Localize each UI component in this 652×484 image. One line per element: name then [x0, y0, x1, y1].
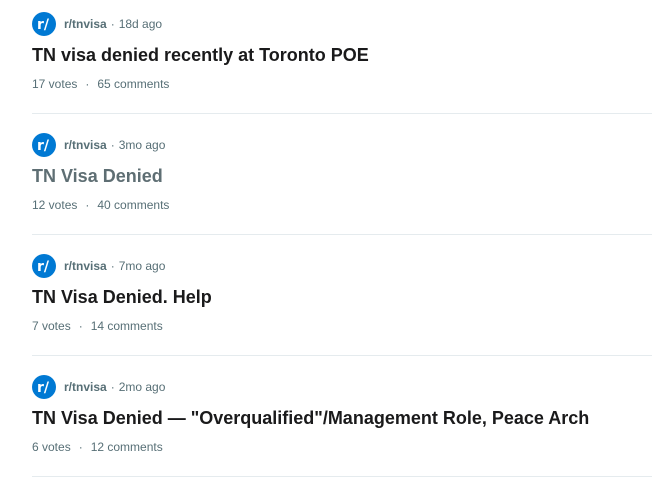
post-title[interactable]: TN Visa Denied — "Overqualified"/Managem…	[32, 408, 589, 429]
post-stats: 12 votes · 40 comments	[32, 198, 169, 212]
post-title[interactable]: TN Visa Denied	[32, 166, 163, 187]
comment-count[interactable]: 65 comments	[97, 77, 169, 91]
reddit-slash-icon: r/	[37, 259, 50, 275]
vote-count: 17 votes	[32, 77, 78, 91]
meta-separator: ·	[110, 259, 115, 273]
subreddit-link[interactable]: r/tnvisa	[64, 380, 107, 394]
post-title[interactable]: TN visa denied recently at Toronto POE	[32, 45, 369, 66]
svg-text:r/: r/	[37, 138, 50, 154]
post-meta: r/ r/tnvisa · 3mo ago	[32, 133, 165, 157]
reddit-slash-icon: r/	[37, 138, 50, 154]
divider	[32, 355, 652, 356]
meta-separator: ·	[110, 380, 115, 394]
comment-count[interactable]: 12 comments	[91, 440, 163, 454]
post-stats: 17 votes · 65 comments	[32, 77, 169, 91]
post-stats: 7 votes · 14 comments	[32, 319, 163, 333]
search-result-post[interactable]: r/ r/tnvisa · 2mo ago TN Visa Denied — "…	[0, 363, 652, 484]
vote-count: 7 votes	[32, 319, 71, 333]
post-stats: 6 votes · 12 comments	[32, 440, 163, 454]
post-time: 2mo ago	[118, 380, 166, 394]
meta-separator: ·	[110, 17, 115, 31]
subreddit-link[interactable]: r/tnvisa	[64, 17, 107, 31]
meta-separator: ·	[110, 138, 115, 152]
subreddit-avatar-icon[interactable]: r/	[32, 12, 56, 36]
stats-separator: ·	[78, 440, 83, 454]
post-time: 18d ago	[118, 17, 163, 31]
post-meta: r/ r/tnvisa · 7mo ago	[32, 254, 165, 278]
svg-text:r/: r/	[37, 380, 50, 396]
search-result-post[interactable]: r/ r/tnvisa · 3mo ago TN Visa Denied 12 …	[0, 121, 652, 242]
post-time: 3mo ago	[118, 138, 166, 152]
post-meta: r/ r/tnvisa · 2mo ago	[32, 375, 165, 399]
comment-count[interactable]: 14 comments	[91, 319, 163, 333]
post-meta: r/ r/tnvisa · 18d ago	[32, 12, 162, 36]
search-result-post[interactable]: r/ r/tnvisa · 7mo ago TN Visa Denied. He…	[0, 242, 652, 363]
divider	[32, 234, 652, 235]
post-title[interactable]: TN Visa Denied. Help	[32, 287, 212, 308]
stats-separator: ·	[85, 77, 90, 91]
svg-text:r/: r/	[37, 17, 50, 33]
vote-count: 6 votes	[32, 440, 71, 454]
subreddit-link[interactable]: r/tnvisa	[64, 138, 107, 152]
svg-text:r/: r/	[37, 259, 50, 275]
reddit-slash-icon: r/	[37, 380, 50, 396]
stats-separator: ·	[85, 198, 90, 212]
divider	[32, 476, 652, 477]
reddit-slash-icon: r/	[37, 17, 50, 33]
subreddit-avatar-icon[interactable]: r/	[32, 375, 56, 399]
search-result-post[interactable]: r/ r/tnvisa · 18d ago TN visa denied rec…	[0, 0, 652, 121]
subreddit-link[interactable]: r/tnvisa	[64, 259, 107, 273]
vote-count: 12 votes	[32, 198, 78, 212]
comment-count[interactable]: 40 comments	[97, 198, 169, 212]
subreddit-avatar-icon[interactable]: r/	[32, 254, 56, 278]
post-time: 7mo ago	[118, 259, 166, 273]
divider	[32, 113, 652, 114]
subreddit-avatar-icon[interactable]: r/	[32, 133, 56, 157]
stats-separator: ·	[78, 319, 83, 333]
